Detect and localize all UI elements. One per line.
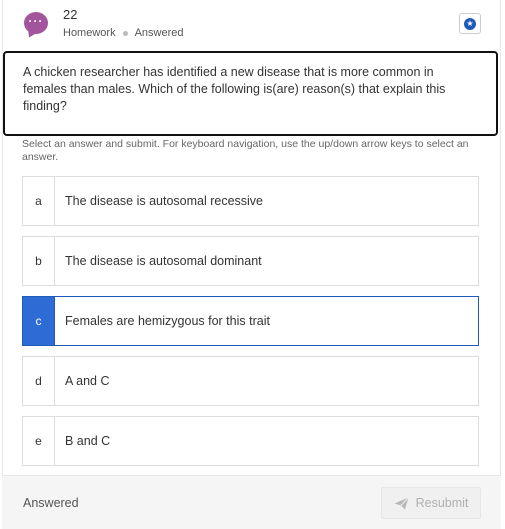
chat-bubble-icon: ···: [24, 12, 48, 34]
bookmark-star-icon: ★: [464, 17, 476, 30]
option-letter: c: [23, 297, 55, 345]
option-text: A and C: [65, 374, 110, 388]
answer-option-c[interactable]: c Females are hemizygous for this trait: [22, 296, 479, 346]
option-text: The disease is autosomal recessive: [65, 194, 264, 208]
question-prompt: A chicken researcher has identified a ne…: [3, 51, 498, 136]
option-text: Females are hemizygous for this trait: [65, 314, 270, 328]
send-icon: [394, 496, 409, 510]
question-status: Answered: [134, 27, 184, 39]
meta-separator: [122, 30, 128, 36]
footer-status: Answered: [23, 496, 79, 510]
question-header: ··· 22 Homework Answered ★: [3, 0, 500, 50]
option-letter: e: [23, 417, 55, 465]
option-letter: a: [23, 177, 55, 225]
answer-instructions: Select an answer and submit. For keyboar…: [22, 138, 469, 163]
option-letter: d: [23, 357, 55, 405]
option-text: The disease is autosomal dominant: [65, 254, 262, 268]
answer-option-d[interactable]: d A and C: [22, 356, 479, 406]
bookmark-button[interactable]: ★: [459, 13, 481, 34]
answer-option-b[interactable]: b The disease is autosomal dominant: [22, 236, 479, 286]
question-meta: Homework Answered: [63, 27, 184, 39]
option-letter: b: [23, 237, 55, 285]
question-number: 22: [63, 7, 78, 22]
question-footer: Answered Resubmit: [2, 475, 501, 529]
answer-option-a[interactable]: a The disease is autosomal recessive: [22, 176, 479, 226]
option-text: B and C: [65, 434, 111, 448]
resubmit-button[interactable]: Resubmit: [381, 487, 481, 519]
answer-option-e[interactable]: e B and C: [22, 416, 479, 466]
resubmit-label: Resubmit: [415, 496, 469, 510]
question-type: Homework: [63, 27, 116, 39]
